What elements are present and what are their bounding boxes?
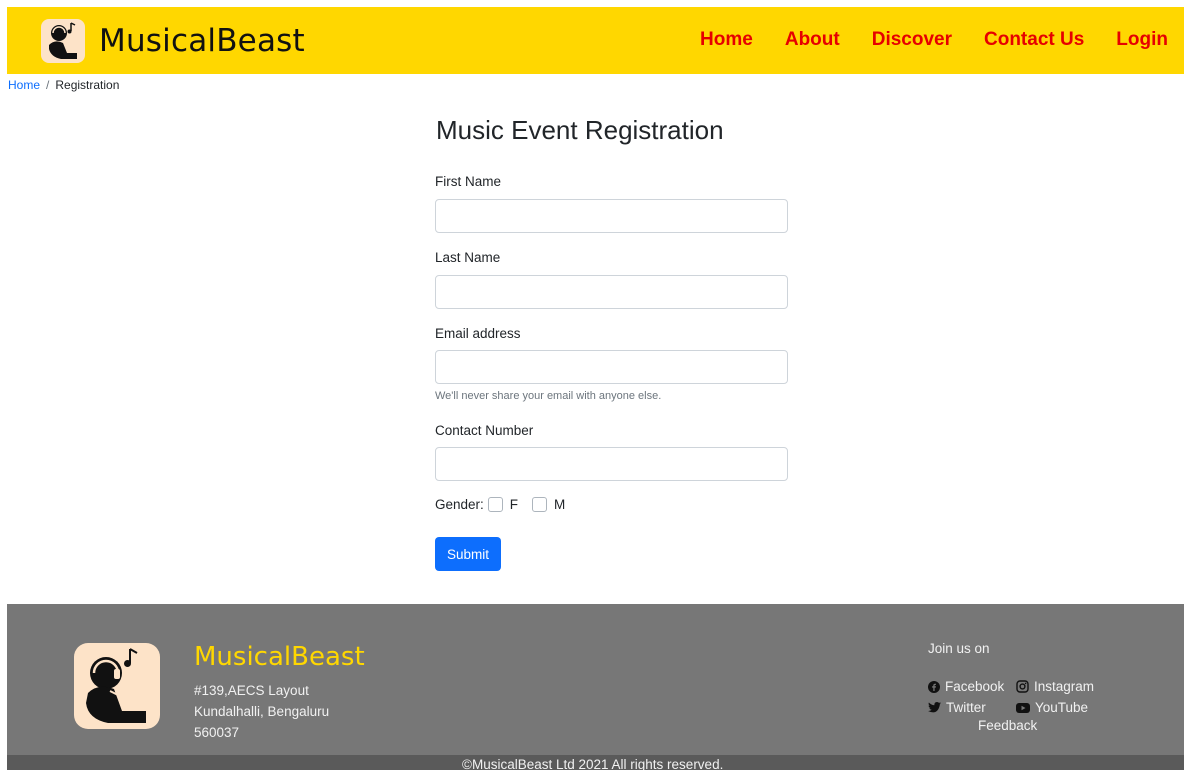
first-name-input[interactable] <box>435 199 788 233</box>
first-name-label: First Name <box>435 174 502 189</box>
instagram-icon <box>1016 680 1029 693</box>
feedback-link[interactable]: Feedback <box>978 718 1037 733</box>
nav-home[interactable]: Home <box>700 29 753 51</box>
social-links: Facebook Instagram Twitter YouTube <box>928 676 1094 718</box>
facebook-icon <box>928 680 940 693</box>
facebook-link[interactable]: Facebook <box>928 679 1016 694</box>
youtube-icon <box>1016 702 1030 713</box>
submit-button[interactable]: Submit <box>435 537 501 571</box>
breadcrumb-separator: / <box>46 78 50 92</box>
nav-discover[interactable]: Discover <box>872 29 952 51</box>
email-input[interactable] <box>435 350 788 384</box>
instagram-link[interactable]: Instagram <box>1016 679 1094 694</box>
brand[interactable]: MusicalBeast <box>41 19 305 63</box>
email-help-text: We'll never share your email with anyone… <box>435 390 662 402</box>
gender-m-label: M <box>554 497 566 512</box>
musician-logo-icon <box>41 19 85 63</box>
footer-brand: MusicalBeast <box>194 642 365 672</box>
registration-form: Music Event Registration First Name Last… <box>435 112 788 571</box>
gender-m-checkbox[interactable] <box>532 497 548 512</box>
main-nav: Home About Discover Contact Us Login <box>700 29 1168 51</box>
copyright-bar: ©MusicalBeast Ltd 2021 All rights reserv… <box>7 755 1184 770</box>
nav-about[interactable]: About <box>785 29 840 51</box>
nav-login[interactable]: Login <box>1116 29 1168 51</box>
youtube-link[interactable]: YouTube <box>1016 700 1088 715</box>
twitter-link[interactable]: Twitter <box>928 700 1016 715</box>
header-navbar: MusicalBeast Home About Discover Contact… <box>7 7 1184 74</box>
gender-f-label: F <box>509 497 519 512</box>
twitter-label: Twitter <box>946 700 986 715</box>
gender-label: Gender: <box>435 497 484 512</box>
facebook-label: Facebook <box>945 679 1005 694</box>
contact-number-input[interactable] <box>435 447 788 481</box>
address-line-2: Kundalhalli, Bengaluru <box>194 704 330 719</box>
email-label: Email address <box>435 326 521 341</box>
instagram-label: Instagram <box>1034 679 1095 694</box>
breadcrumb-current: Registration <box>55 78 120 92</box>
contact-number-label: Contact Number <box>435 423 534 438</box>
page: MusicalBeast Home About Discover Contact… <box>0 0 1184 770</box>
brand-name: MusicalBeast <box>99 23 305 59</box>
youtube-label: YouTube <box>1035 700 1089 715</box>
nav-contact-us[interactable]: Contact Us <box>984 29 1084 51</box>
footer-address: #139,AECS Layout Kundalhalli, Bengaluru … <box>194 680 329 743</box>
form-title: Music Event Registration <box>436 115 724 145</box>
footer-logo-icon <box>74 643 160 729</box>
last-name-input[interactable] <box>435 275 788 309</box>
address-line-3: 560037 <box>194 725 240 740</box>
last-name-label: Last Name <box>435 250 501 265</box>
breadcrumb: Home / Registration <box>8 78 119 92</box>
address-line-1: #139,AECS Layout <box>194 683 309 698</box>
twitter-icon <box>928 702 941 713</box>
copyright-text: ©MusicalBeast Ltd 2021 All rights reserv… <box>462 757 724 770</box>
join-us-label: Join us on <box>928 641 990 656</box>
gender-row: Gender: F M <box>435 497 575 512</box>
gender-f-checkbox[interactable] <box>487 497 503 512</box>
breadcrumb-home[interactable]: Home <box>8 78 40 92</box>
